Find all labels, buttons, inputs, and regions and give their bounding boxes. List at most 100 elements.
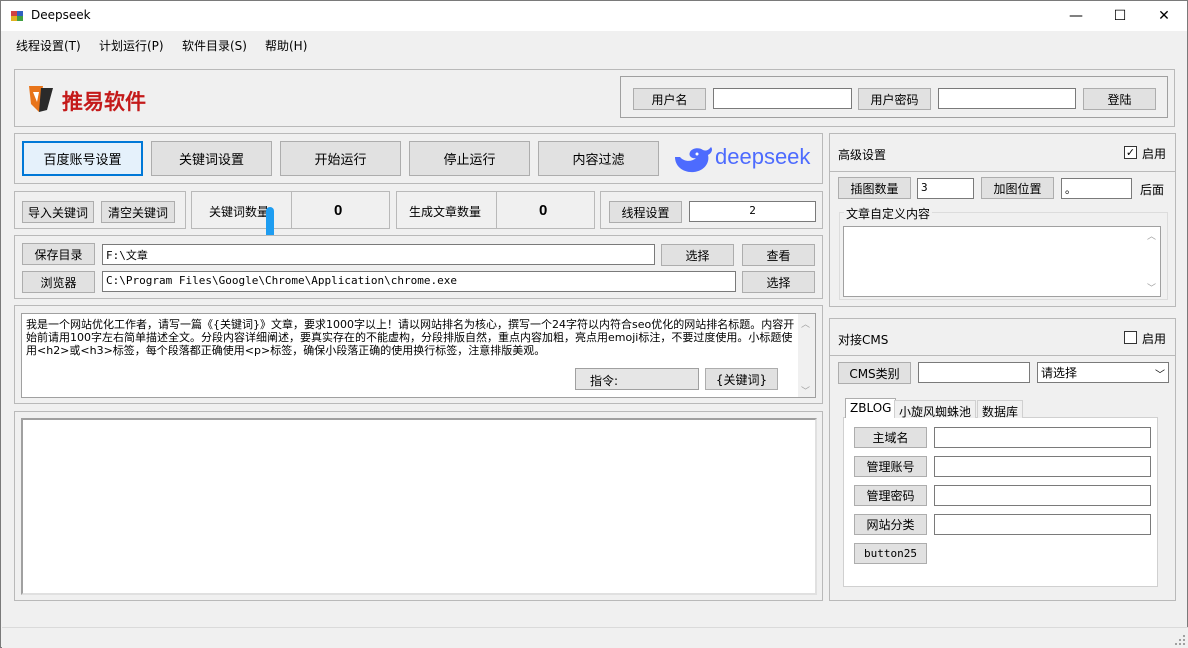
command-label-box: 指令: bbox=[575, 368, 699, 390]
resize-grip-icon[interactable] bbox=[1174, 634, 1186, 646]
deepseek-whale-icon bbox=[675, 147, 712, 173]
article-count-label: 生成文章数量 bbox=[409, 205, 482, 219]
image-position-button[interactable]: 加图位置 bbox=[981, 177, 1054, 199]
scroll-down-icon[interactable]: ﹀ bbox=[801, 384, 810, 397]
advanced-settings-panel: 高级设置 ✓ 启用 插图数量 3 加图位置 。 后面 文章自定义内容 ︿ ﹀ bbox=[829, 133, 1176, 307]
app-window: Deepseek — ☐ ✕ 线程设置(T) 计划运行(P) 软件目录(S) 帮… bbox=[0, 0, 1188, 648]
image-position-input[interactable]: 。 bbox=[1061, 178, 1132, 199]
tab-database[interactable]: 数据库 bbox=[977, 400, 1024, 419]
save-dir-button[interactable]: 保存目录 bbox=[22, 243, 95, 265]
cms-category-button[interactable]: CMS类别 bbox=[838, 362, 911, 384]
article-count-panel: 生成文章数量 0 bbox=[396, 191, 595, 229]
prompt-textarea[interactable]: 我是一个网站优化工作者，请写一篇《{关键词}》文章，要求1000字以上！请以网站… bbox=[21, 313, 816, 398]
menu-thread-settings[interactable]: 线程设置(T) bbox=[16, 37, 81, 54]
cms-enable-label: 启用 bbox=[1142, 332, 1167, 346]
username-input[interactable] bbox=[713, 88, 852, 109]
divider bbox=[830, 171, 1175, 172]
menu-software-dir[interactable]: 软件目录(S) bbox=[182, 37, 247, 54]
custom-content-label: 文章自定义内容 bbox=[844, 205, 933, 222]
cms-enable-checkbox[interactable] bbox=[1124, 331, 1137, 344]
toolbar-panel: 百度账号设置 关键词设置 开始运行 停止运行 内容过滤 deepseek bbox=[14, 133, 823, 184]
insert-keyword-button[interactable]: {关键词} bbox=[705, 368, 778, 390]
content-filter-button[interactable]: 内容过滤 bbox=[538, 141, 659, 176]
browser-path-input[interactable]: C:\Program Files\Google\Chrome\Applicati… bbox=[102, 271, 736, 292]
password-input[interactable] bbox=[938, 88, 1076, 109]
prompt-scrollbar[interactable]: ︿ ﹀ bbox=[798, 314, 815, 397]
app-icon bbox=[11, 11, 23, 21]
window-title: Deepseek bbox=[31, 8, 91, 22]
stop-button[interactable]: 停止运行 bbox=[409, 141, 530, 176]
command-label: 指令: bbox=[590, 374, 619, 388]
thread-count-input[interactable]: 2 bbox=[689, 201, 816, 222]
advanced-enable-label: 启用 bbox=[1142, 147, 1167, 161]
status-bar bbox=[2, 627, 1188, 648]
site-category-input[interactable] bbox=[934, 514, 1151, 535]
password-label-button[interactable]: 用户密码 bbox=[858, 88, 931, 110]
cms-category-input[interactable] bbox=[918, 362, 1030, 383]
view-save-dir-button[interactable]: 查看 bbox=[742, 244, 815, 266]
clear-keywords-button[interactable]: 清空关键词 bbox=[101, 201, 175, 223]
custom-content-textarea[interactable]: ︿ ﹀ bbox=[843, 226, 1161, 297]
image-count-button[interactable]: 插图数量 bbox=[838, 177, 911, 199]
baidu-account-button[interactable]: 百度账号设置 bbox=[22, 141, 143, 176]
log-panel bbox=[14, 411, 823, 601]
keyword-import-panel: 导入关键词 清空关键词 bbox=[14, 191, 186, 229]
company-logo-icon bbox=[29, 86, 53, 112]
admin-password-input[interactable] bbox=[934, 485, 1151, 506]
prompt-text: 我是一个网站优化工作者，请写一篇《{关键词}》文章，要求1000字以上！请以网站… bbox=[26, 318, 795, 357]
menu-help[interactable]: 帮助(H) bbox=[265, 37, 307, 54]
cms-title: 对接CMS bbox=[838, 333, 889, 347]
start-button[interactable]: 开始运行 bbox=[280, 141, 401, 176]
maximize-button[interactable]: ☐ bbox=[1097, 1, 1143, 31]
chevron-down-icon: ﹀ bbox=[1155, 370, 1165, 381]
minimize-icon: — bbox=[1069, 8, 1083, 24]
domain-label-button[interactable]: 主域名 bbox=[854, 427, 927, 448]
header-panel: 推易软件 用户名 用户密码 登陆 bbox=[14, 69, 1175, 127]
menu-schedule[interactable]: 计划运行(P) bbox=[99, 37, 164, 54]
deepseek-logo-text: deepseek bbox=[715, 144, 811, 169]
scroll-down-icon[interactable]: ﹀ bbox=[1147, 281, 1156, 294]
cms-panel: 对接CMS 启用 CMS类别 请选择 ﹀ ZBLOG 小旋风蜘蛛池 数据库 主域… bbox=[829, 318, 1176, 601]
login-button[interactable]: 登陆 bbox=[1083, 88, 1156, 110]
thread-settings-button[interactable]: 线程设置 bbox=[609, 201, 682, 223]
admin-account-button[interactable]: 管理账号 bbox=[854, 456, 927, 477]
admin-account-input[interactable] bbox=[934, 456, 1151, 477]
title-bar: Deepseek — ☐ ✕ bbox=[1, 1, 1187, 31]
prompt-panel: 我是一个网站优化工作者，请写一篇《{关键词}》文章，要求1000字以上！请以网站… bbox=[14, 305, 823, 404]
keyword-count-label: 关键词数量 bbox=[209, 205, 270, 219]
scroll-up-icon[interactable]: ︿ bbox=[801, 317, 810, 330]
divider bbox=[830, 355, 1175, 356]
admin-password-button[interactable]: 管理密码 bbox=[854, 485, 927, 506]
site-category-button[interactable]: 网站分类 bbox=[854, 514, 927, 535]
tab-zblog[interactable]: ZBLOG bbox=[845, 398, 897, 418]
advanced-enable-checkbox[interactable]: ✓ bbox=[1124, 146, 1137, 159]
advanced-settings-title: 高级设置 bbox=[838, 148, 887, 162]
button25[interactable]: button25 bbox=[854, 543, 927, 564]
choose-browser-button[interactable]: 选择 bbox=[742, 271, 815, 293]
divider bbox=[496, 192, 497, 228]
log-textarea[interactable] bbox=[21, 418, 817, 595]
browser-button[interactable]: 浏览器 bbox=[22, 271, 95, 293]
divider bbox=[291, 192, 292, 228]
menu-bar: 线程设置(T) 计划运行(P) 软件目录(S) 帮助(H) bbox=[1, 32, 1187, 56]
domain-input[interactable] bbox=[934, 427, 1151, 448]
cms-type-select-value: 请选择 bbox=[1041, 366, 1078, 380]
scroll-up-icon[interactable]: ︿ bbox=[1147, 229, 1156, 242]
import-keywords-button[interactable]: 导入关键词 bbox=[22, 201, 94, 223]
close-button[interactable]: ✕ bbox=[1141, 1, 1187, 31]
minimize-button[interactable]: — bbox=[1053, 1, 1099, 31]
tab-xiaoxuanfeng[interactable]: 小旋风蜘蛛池 bbox=[894, 400, 977, 419]
paths-panel: 保存目录 F:\文章 选择 查看 浏览器 C:\Program Files\Go… bbox=[14, 235, 823, 299]
username-label-button[interactable]: 用户名 bbox=[633, 88, 706, 110]
cms-type-select[interactable]: 请选择 ﹀ bbox=[1037, 362, 1169, 383]
save-dir-input[interactable]: F:\文章 bbox=[102, 244, 655, 265]
choose-save-dir-button[interactable]: 选择 bbox=[661, 244, 734, 266]
after-label: 后面 bbox=[1140, 183, 1165, 197]
article-count-value: 0 bbox=[539, 202, 548, 219]
image-count-input[interactable]: 3 bbox=[917, 178, 974, 199]
maximize-icon: ☐ bbox=[1113, 8, 1127, 24]
keyword-count-panel: 关键词数量 0 bbox=[191, 191, 390, 241]
company-logo-text: 推易软件 bbox=[62, 89, 146, 114]
close-icon: ✕ bbox=[1158, 8, 1170, 24]
keyword-settings-button[interactable]: 关键词设置 bbox=[151, 141, 272, 176]
